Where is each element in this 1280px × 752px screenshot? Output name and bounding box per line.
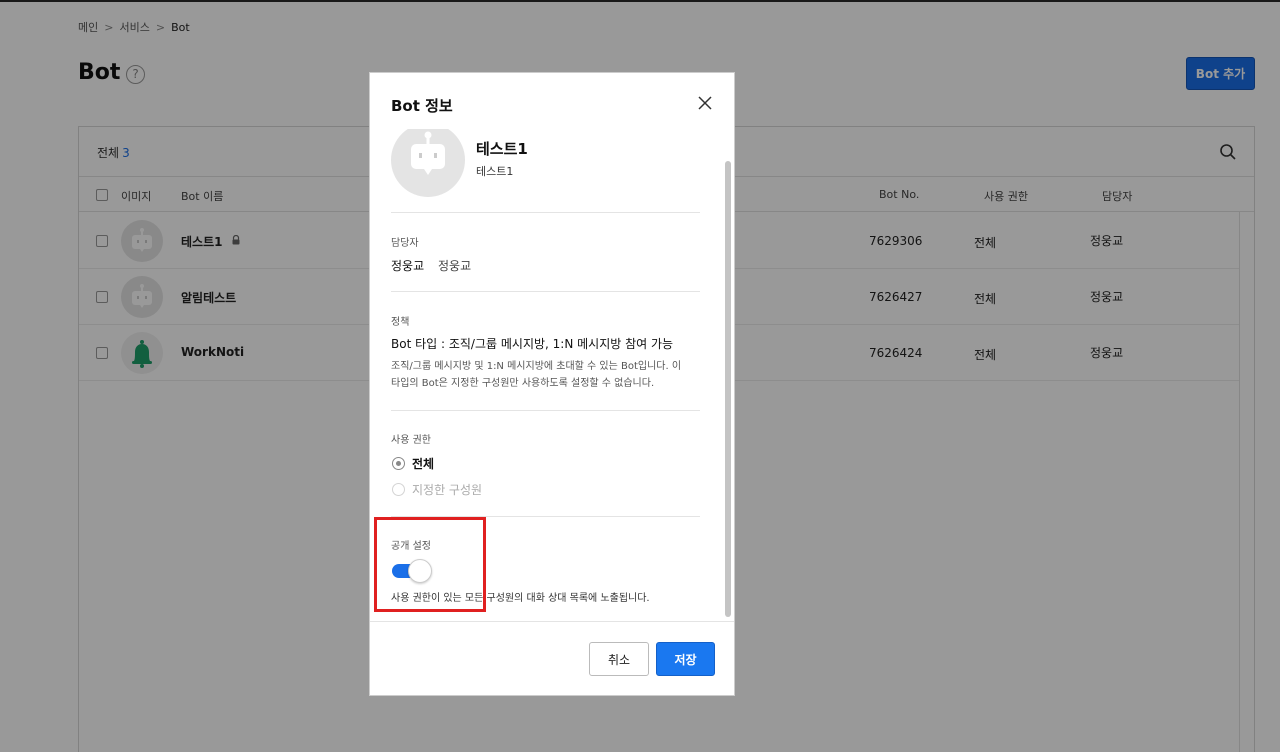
policy-description: 조직/그룹 메시지방 및 1:N 메시지방에 초대할 수 있는 Bot입니다. … <box>391 358 701 392</box>
cancel-button[interactable]: 취소 <box>589 642 649 676</box>
bot-avatar <box>391 129 465 197</box>
robot-icon <box>411 131 445 175</box>
divider <box>391 291 700 292</box>
permission-members-radio[interactable] <box>392 483 405 496</box>
permission-all-radio[interactable] <box>392 457 405 470</box>
permission-all-label[interactable]: 전체 <box>412 455 434 472</box>
modal-scrollbar[interactable] <box>724 131 732 619</box>
policy-label: 정책 <box>391 317 410 328</box>
close-icon[interactable] <box>696 94 714 112</box>
modal-scrollbar-thumb[interactable] <box>725 161 731 617</box>
highlight-annotation-box <box>374 517 486 612</box>
permission-label: 사용 권한 <box>391 435 431 446</box>
divider <box>391 212 700 213</box>
modal-title: Bot 정보 <box>391 97 453 115</box>
owner-primary: 정웅교 <box>391 259 425 273</box>
modal-footer-divider <box>370 621 734 622</box>
bot-name: 테스트1 <box>476 140 528 158</box>
policy-title: Bot 타입 : 조직/그룹 메시지방, 1:N 메시지방 참여 가능 <box>391 337 674 351</box>
policy-description-line: 타입의 Bot은 지정한 구성원만 사용하도록 설정할 수 없습니다. <box>391 378 655 389</box>
save-button[interactable]: 저장 <box>656 642 715 676</box>
divider <box>391 410 700 411</box>
owner-secondary: 정웅교 <box>438 259 472 273</box>
policy-description-line: 조직/그룹 메시지방 및 1:N 메시지방에 초대할 수 있는 Bot입니다. … <box>391 361 682 372</box>
permission-members-label[interactable]: 지정한 구성원 <box>412 481 482 498</box>
bot-description: 테스트1 <box>476 165 514 178</box>
owner-label: 담당자 <box>391 238 419 249</box>
